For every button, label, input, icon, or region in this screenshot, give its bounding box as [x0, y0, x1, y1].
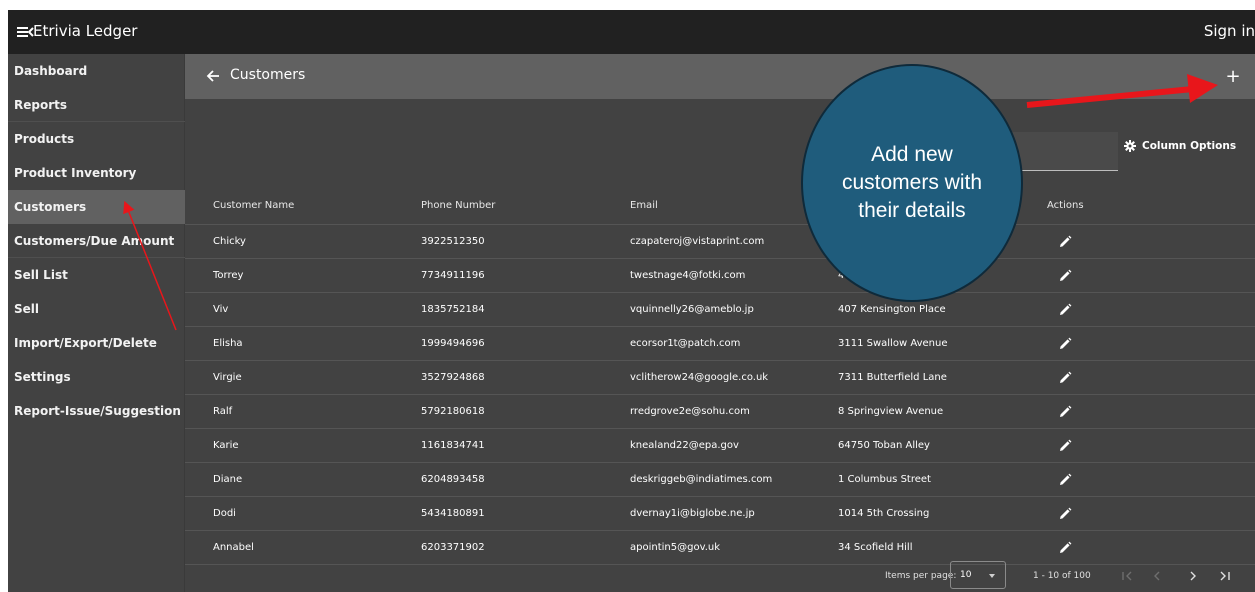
sidebar-item-dashboard[interactable]: Dashboard [8, 54, 185, 88]
table-row: Chicky 3922512350 czapateroj@vistaprint.co… [185, 225, 1255, 259]
table-row: Dodi 5434180891 dvernay1i@biglobe.ne.jp 101… [185, 497, 1255, 531]
email-cell: knealand22@epa.gov [630, 440, 739, 451]
address-cell: 1014 5th Crossing [838, 508, 930, 519]
customer-name-cell: Elisha [213, 338, 243, 349]
customer-name-cell: Viv [213, 304, 229, 315]
email-cell: deskriggeb@indiatimes.com [630, 474, 773, 485]
back-arrow-icon[interactable] [205, 68, 221, 84]
column-header-email[interactable]: Email [630, 186, 658, 224]
customer-name-cell: Diane [213, 474, 243, 485]
phone-number-cell: 1161834741 [421, 440, 485, 451]
column-options-button[interactable]: Column Options [1124, 136, 1236, 156]
email-cell: twestnage4@fotki.com [630, 270, 746, 281]
annotation-text: Add new customers with their details [841, 143, 983, 222]
customer-name-cell: Karie [213, 440, 239, 451]
sidebar-item-product-inventory[interactable]: Product Inventory [8, 156, 185, 190]
edit-pencil-icon[interactable] [1057, 302, 1073, 318]
table-row: Viv 1835752184 vquinnelly26@ameblo.jp 407 K… [185, 293, 1255, 327]
items-per-page-label: Items per page: [885, 571, 957, 581]
phone-number-cell: 3922512350 [421, 236, 485, 247]
previous-page-icon[interactable] [1147, 566, 1167, 586]
edit-pencil-icon[interactable] [1057, 472, 1073, 488]
page-size-value: 10 [960, 570, 972, 580]
edit-pencil-icon[interactable] [1057, 370, 1073, 386]
next-page-icon[interactable] [1183, 566, 1203, 586]
sidebar-item-sell-list[interactable]: Sell List [8, 258, 185, 292]
customer-name-cell: Virgie [213, 372, 242, 383]
phone-number-cell: 6203371902 [421, 542, 485, 553]
table-row: Ralf 5792180618 rredgrove2e@sohu.com 8 Spri… [185, 395, 1255, 429]
customer-name-cell: Torrey [213, 270, 244, 281]
paginator: Items per page: 10 1 - 10 of 100 [185, 561, 1255, 592]
page-title: Customers [230, 67, 306, 83]
email-cell: ecorsor1t@patch.com [630, 338, 741, 349]
table-row: Torrey7734911196twestnage4@fotki.com40 [185, 259, 1255, 293]
address-cell: 64750 Toban Alley [838, 440, 930, 451]
sidebar-item-import-export-delete[interactable]: Import/Export/Delete [8, 326, 185, 360]
email-cell: apointin5@gov.uk [630, 542, 721, 553]
email-cell: rredgrove2e@sohu.com [630, 406, 750, 417]
address-cell: 34 Scofield Hill [838, 542, 913, 553]
phone-number-cell: 5434180891 [421, 508, 485, 519]
phone-number-cell: 1999494696 [421, 338, 485, 349]
phone-number-cell: 1835752184 [421, 304, 485, 315]
email-cell: vclitherow24@google.co.uk [630, 372, 769, 383]
table-row: Virgie 3527924868 vclitherow24@google.co.u… [185, 361, 1255, 395]
email-cell: czapateroj@vistaprint.com [630, 236, 765, 247]
edit-pencil-icon[interactable] [1057, 540, 1073, 556]
annotation-callout: Add new customers with their details [801, 64, 1023, 302]
sidebar-item-sell[interactable]: Sell [8, 292, 185, 326]
sign-in-link[interactable]: Sign in [1204, 22, 1255, 40]
address-cell: 8 Springview Avenue [838, 406, 944, 417]
email-cell: dvernay1i@biglobe.ne.jp [630, 508, 755, 519]
customer-name-cell: Chicky [213, 236, 246, 247]
page-size-select[interactable]: 10 [950, 561, 1006, 589]
customer-name-cell: Ralf [213, 406, 233, 417]
page-header: Customers + [185, 54, 1255, 99]
gear-icon [1124, 140, 1136, 152]
menu-collapse-icon[interactable] [16, 23, 34, 41]
table-row: Diane 6204893458 deskriggeb@indiatimes.com… [185, 463, 1255, 497]
address-cell: 1 Columbus Street [838, 474, 931, 485]
phone-number-cell: 7734911196 [421, 270, 485, 281]
customer-name-cell: Annabel [213, 542, 254, 553]
sidebar-item-reports[interactable]: Reports [8, 88, 185, 122]
app-title: Etrivia Ledger [33, 22, 138, 40]
top-toolbar: Etrivia Ledger Sign in [8, 10, 1255, 54]
edit-pencil-icon[interactable] [1057, 234, 1073, 250]
table-row: Annabel 6203371902 apointin5@gov.uk 34 Scof… [185, 531, 1255, 565]
address-cell: 7311 Butterfield Lane [838, 372, 947, 383]
address-cell: 3111 Swallow Avenue [838, 338, 948, 349]
app-frame: Etrivia Ledger Sign in Dashboard Reports… [8, 10, 1255, 592]
column-header-customer-name[interactable]: Customer Name [213, 186, 294, 224]
sidebar: Dashboard Reports Products Product Inven… [8, 54, 185, 592]
edit-pencil-icon[interactable] [1057, 268, 1073, 284]
email-cell: vquinnelly26@ameblo.jp [630, 304, 754, 315]
edit-pencil-icon[interactable] [1057, 506, 1073, 522]
edit-pencil-icon[interactable] [1057, 336, 1073, 352]
sidebar-item-settings[interactable]: Settings [8, 360, 185, 394]
column-header-phone-number[interactable]: Phone Number [421, 186, 495, 224]
sidebar-item-report-issue[interactable]: Report-Issue/Suggestion [8, 394, 185, 428]
table-header-row: Customer Name Phone Number Email Actions [185, 186, 1255, 225]
column-options-label: Column Options [1142, 140, 1237, 152]
add-customer-button[interactable]: + [1220, 63, 1246, 89]
customer-name-cell: Dodi [213, 508, 236, 519]
first-page-icon[interactable] [1117, 566, 1137, 586]
sidebar-item-customers[interactable]: Customers [8, 190, 185, 224]
phone-number-cell: 5792180618 [421, 406, 485, 417]
sidebar-item-products[interactable]: Products [8, 122, 185, 156]
edit-pencil-icon[interactable] [1057, 438, 1073, 454]
phone-number-cell: 3527924868 [421, 372, 485, 383]
page-range-label: 1 - 10 of 100 [1033, 571, 1091, 581]
table-row: Elisha 1999494696 ecorsor1t@patch.com 3111 … [185, 327, 1255, 361]
table-row: Karie 1161834741 knealand22@epa.gov 64750 T… [185, 429, 1255, 463]
sidebar-item-customers-due-amount[interactable]: Customers/Due Amount [8, 224, 185, 258]
last-page-icon[interactable] [1215, 566, 1235, 586]
phone-number-cell: 6204893458 [421, 474, 485, 485]
column-header-actions: Actions [1047, 199, 1084, 211]
edit-pencil-icon[interactable] [1057, 404, 1073, 420]
chevron-down-icon [989, 574, 995, 578]
